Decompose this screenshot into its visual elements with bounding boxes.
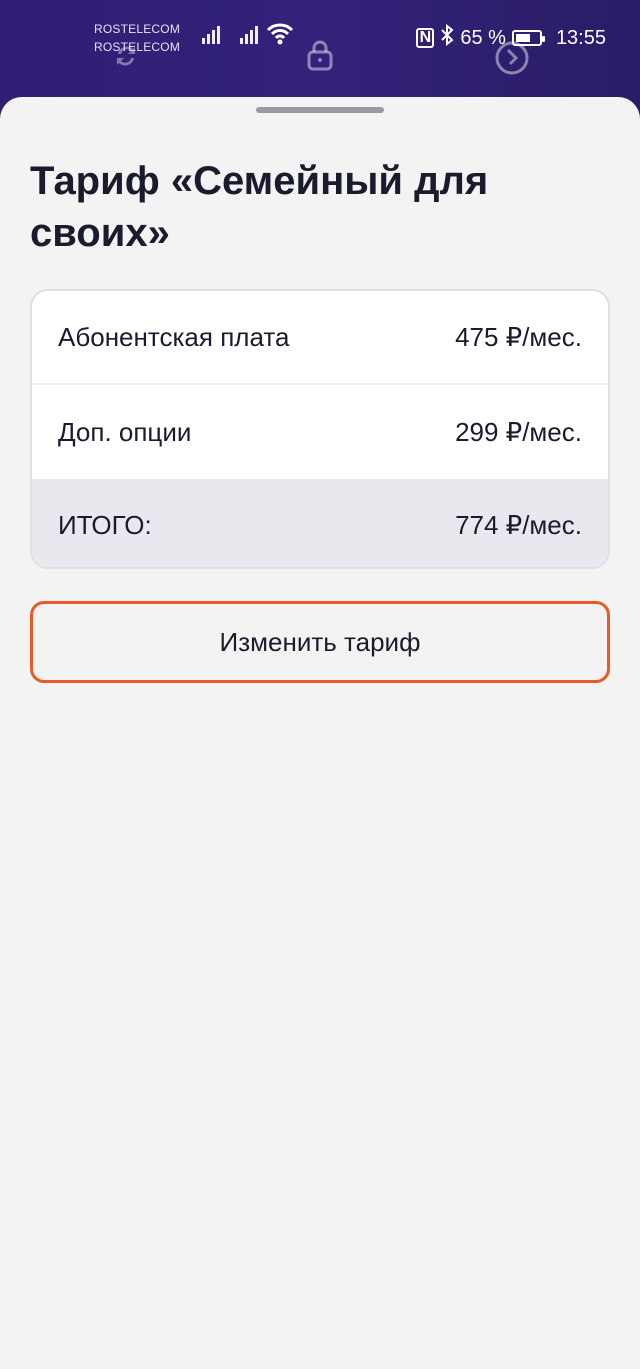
change-tariff-button[interactable]: Изменить тариф [30,601,610,683]
signal-1-icon [202,26,224,44]
price-row-value: 475 ₽/мес. [455,321,582,352]
tariff-bottom-sheet: Тариф «Семейный для своих» Абонентская п… [0,97,640,1369]
bluetooth-icon [440,23,454,52]
price-row-label: Доп. опции [58,416,192,447]
clock: 13:55 [555,26,606,49]
battery-icon [511,30,545,46]
price-row-subscription: Абонентская плата 475 ₽/мес. [32,291,608,385]
wifi-icon [266,22,294,46]
price-row-value: 299 ₽/мес. [455,416,582,447]
sheet-drag-handle[interactable] [256,107,384,113]
battery-percent: 65 % [460,26,506,49]
battery-fill [515,34,530,42]
nfc-icon: N [416,28,435,48]
carrier-2: ROSTELECOM [94,40,181,54]
price-row-total: ИТОГО: 774 ₽/мес. [32,479,608,567]
carrier-names: ROSTELECOM ROSTELECOM [94,20,180,56]
status-right-group: N 65 % 13:55 [416,23,606,52]
price-summary-card: Абонентская плата 475 ₽/мес. Доп. опции … [30,289,610,569]
total-value: 774 ₽/мес. [455,509,582,540]
total-label: ИТОГО: [58,509,152,540]
change-tariff-label: Изменить тариф [219,626,421,657]
price-row-label: Абонентская плата [58,321,290,352]
tariff-title: Тариф «Семейный для своих» [30,159,489,255]
status-bar: ROSTELECOM ROSTELECOM N 65 % 13:55 [0,0,640,80]
signal-2-icon [240,26,262,44]
carrier-1: ROSTELECOM [94,22,181,36]
price-row-options: Доп. опции 299 ₽/мес. [32,385,608,479]
